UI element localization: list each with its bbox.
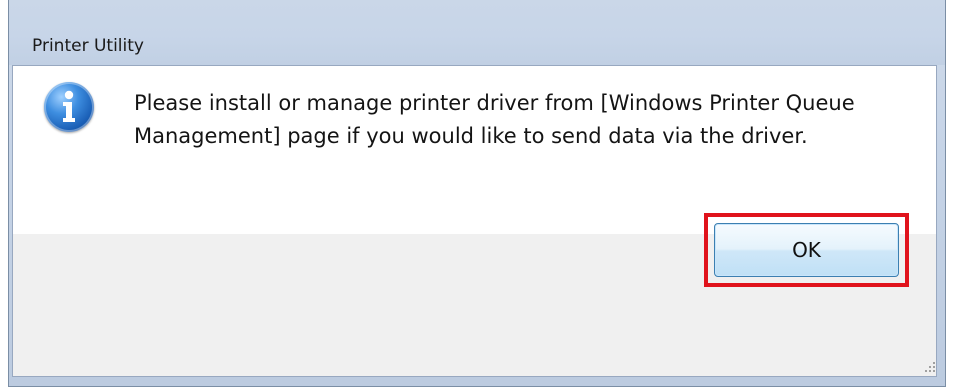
message-text: Please install or manage printer driver …	[134, 91, 855, 148]
ok-button-label: OK	[792, 238, 821, 262]
dialog-title: Printer Utility	[32, 36, 144, 56]
message-dialog: Printer Utility Please install or manage…	[8, 0, 946, 387]
message-panel: Please install or manage printer driver …	[13, 66, 936, 234]
resize-grip-icon[interactable]	[923, 360, 937, 374]
ok-button[interactable]: OK	[714, 223, 899, 277]
title-bar[interactable]: Printer Utility	[9, 0, 945, 65]
information-icon	[44, 82, 94, 132]
